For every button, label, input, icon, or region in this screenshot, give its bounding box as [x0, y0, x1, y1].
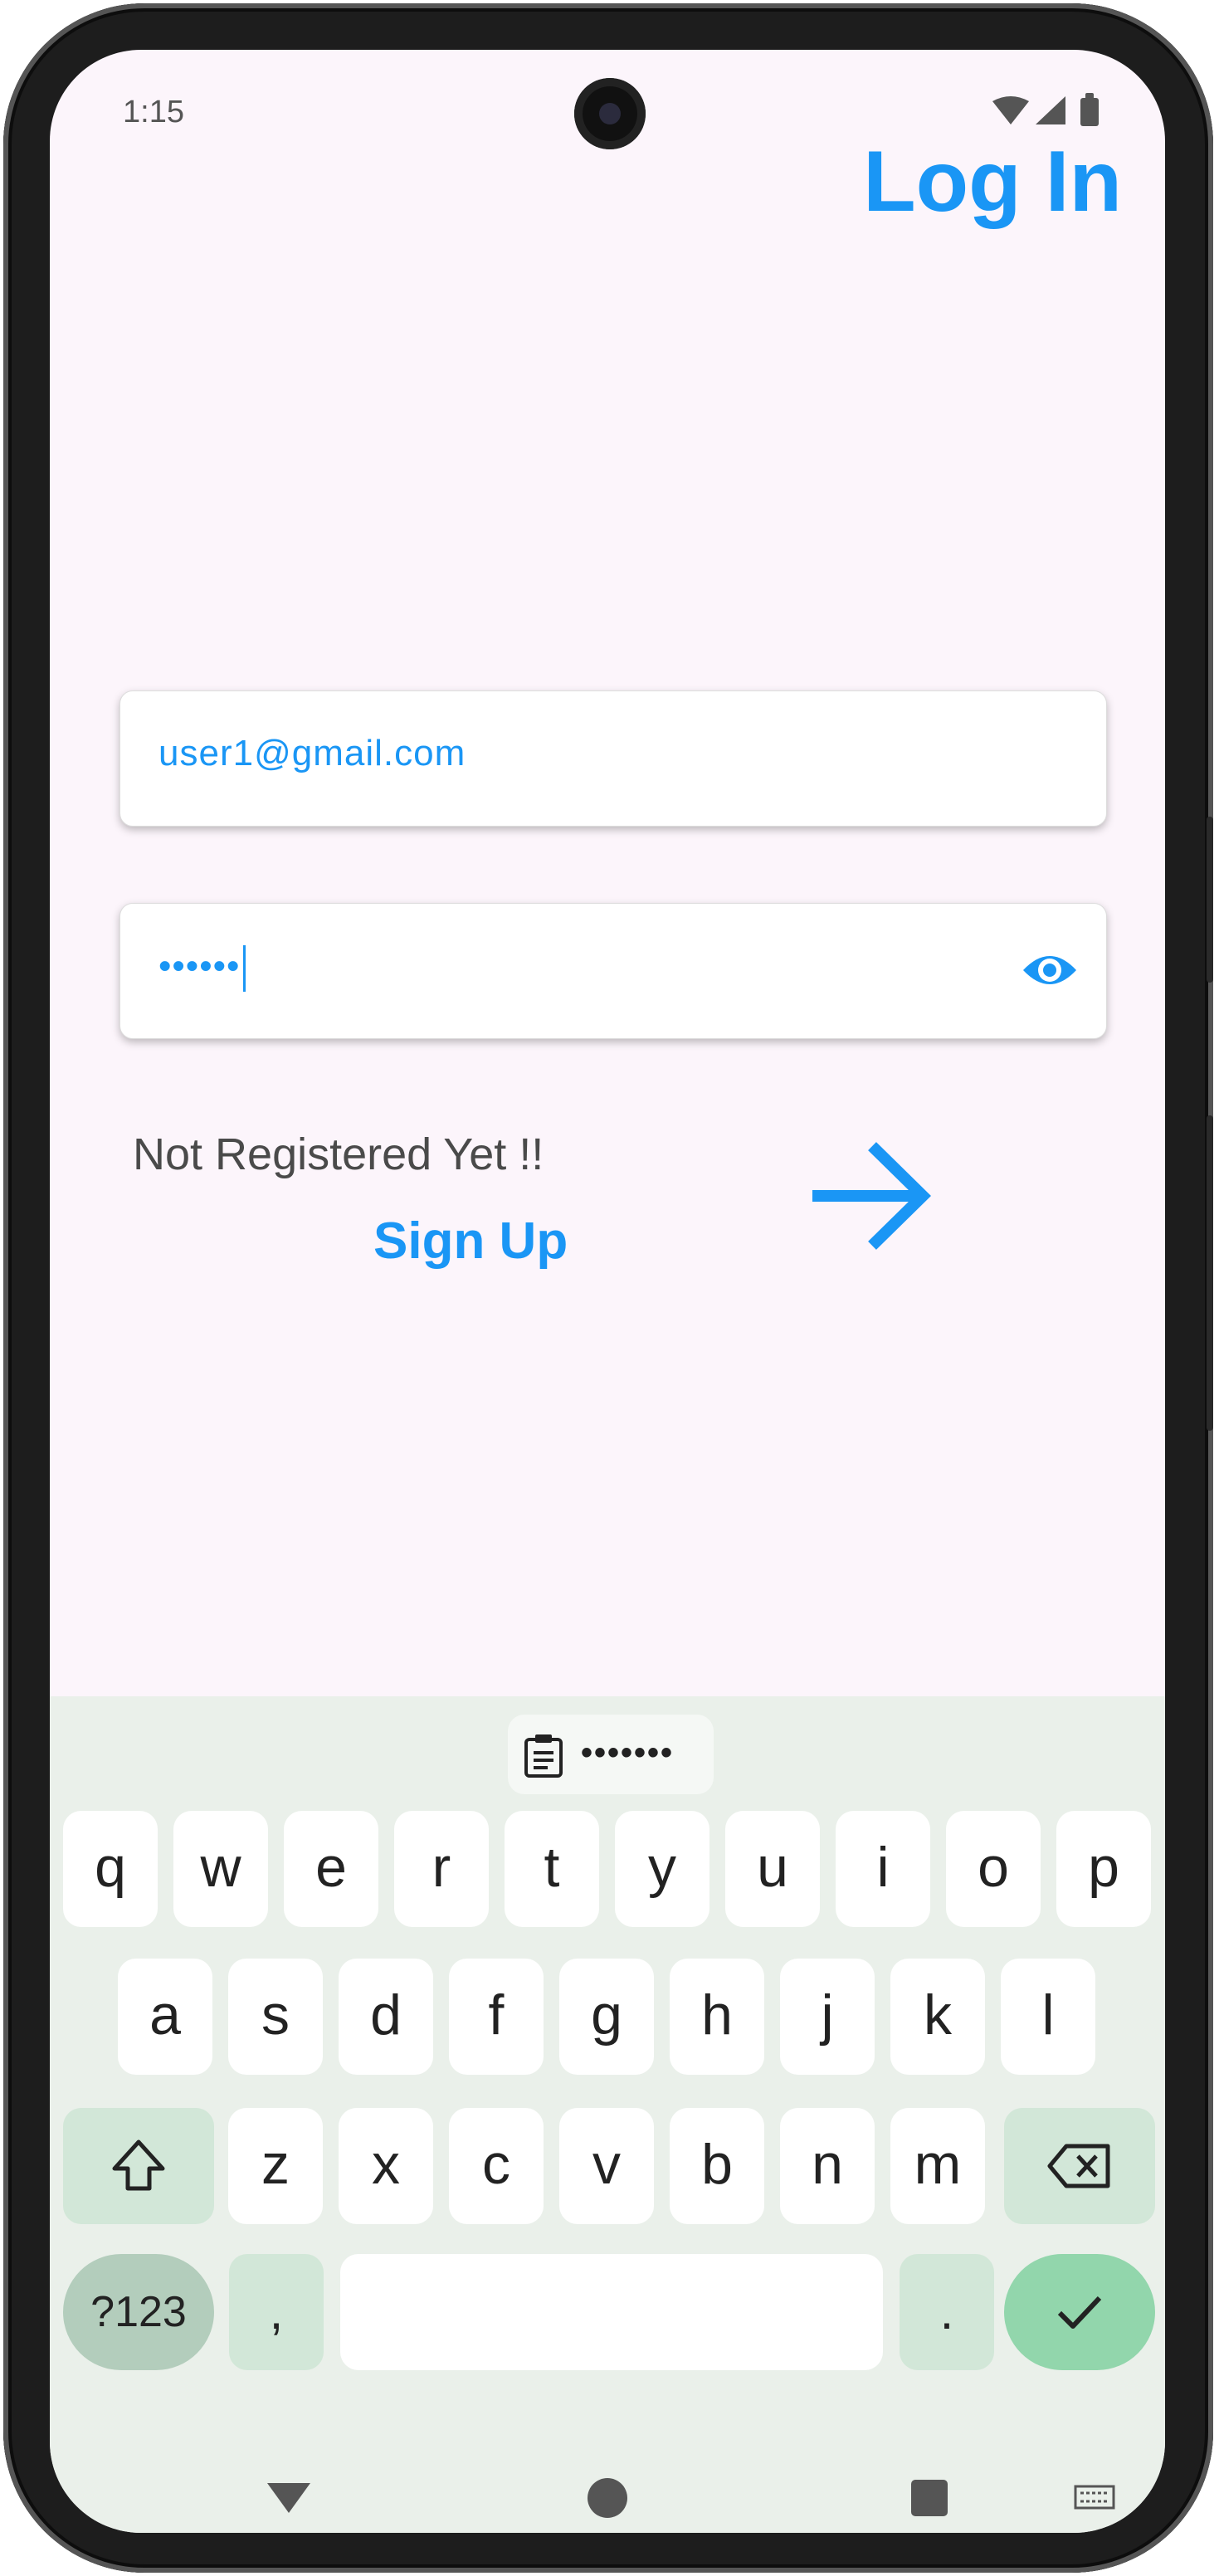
key-b[interactable]: b	[670, 2108, 764, 2224]
period-key[interactable]: .	[900, 2254, 994, 2370]
key-o[interactable]: o	[946, 1811, 1041, 1927]
keyboard-switch-icon[interactable]	[1074, 2485, 1115, 2510]
checkmark-icon	[1057, 2295, 1102, 2329]
phone-frame: 1:15 Log In user1@gmail.com •••••• Not R…	[3, 3, 1213, 2573]
key-j[interactable]: j	[780, 1959, 875, 2075]
not-registered-text: Not Registered Yet !!	[133, 1129, 544, 1179]
key-r[interactable]: r	[394, 1811, 489, 1927]
key-w[interactable]: w	[173, 1811, 268, 1927]
key-z[interactable]: z	[228, 2108, 323, 2224]
email-value: user1@gmail.com	[158, 733, 466, 773]
space-key[interactable]	[340, 2254, 883, 2370]
volume-button	[1207, 817, 1213, 983]
clipboard-icon	[524, 1734, 563, 1778]
key-e[interactable]: e	[284, 1811, 378, 1927]
key-a[interactable]: a	[118, 1959, 212, 2075]
key-m[interactable]: m	[890, 2108, 985, 2224]
symbols-key[interactable]: ?123	[63, 2254, 214, 2370]
screen: 1:15 Log In user1@gmail.com •••••• Not R…	[50, 50, 1165, 2533]
email-field[interactable]: user1@gmail.com	[119, 690, 1107, 827]
clipboard-suggestion[interactable]: •••••••	[508, 1715, 714, 1794]
recents-icon[interactable]	[911, 2480, 948, 2516]
shift-key[interactable]	[63, 2108, 214, 2224]
key-f[interactable]: f	[449, 1959, 544, 2075]
front-camera	[574, 78, 646, 149]
clipboard-text: •••••••	[581, 1734, 675, 1771]
key-p[interactable]: p	[1056, 1811, 1151, 1927]
password-field[interactable]: ••••••	[119, 903, 1107, 1039]
home-icon[interactable]	[588, 2478, 627, 2518]
signal-icon	[1036, 96, 1065, 124]
key-s[interactable]: s	[228, 1959, 323, 2075]
page-title: Log In	[863, 134, 1122, 230]
key-l[interactable]: l	[1001, 1959, 1095, 2075]
wifi-icon	[992, 96, 1029, 124]
key-n[interactable]: n	[780, 2108, 875, 2224]
keyboard: ••••••• q w e r t y u i o p a s d f g h …	[50, 1696, 1165, 2533]
eye-icon[interactable]	[1022, 945, 1078, 995]
enter-key[interactable]	[1004, 2254, 1155, 2370]
key-x[interactable]: x	[339, 2108, 433, 2224]
key-d[interactable]: d	[339, 1959, 433, 2075]
arrow-right-icon[interactable]	[812, 1134, 936, 1258]
key-g[interactable]: g	[559, 1959, 654, 2075]
back-icon[interactable]	[267, 2483, 310, 2513]
key-v[interactable]: v	[559, 2108, 654, 2224]
status-icons	[989, 90, 1105, 139]
comma-key[interactable]: ,	[229, 2254, 324, 2370]
navigation-bar	[267, 2478, 1115, 2518]
battery-icon	[1080, 93, 1099, 126]
password-value: ••••••	[158, 945, 246, 992]
key-k[interactable]: k	[890, 1959, 985, 2075]
key-c[interactable]: c	[449, 2108, 544, 2224]
key-i[interactable]: i	[836, 1811, 930, 1927]
power-button	[1207, 1115, 1213, 1431]
sign-up-link[interactable]: Sign Up	[373, 1212, 568, 1271]
key-y[interactable]: y	[615, 1811, 709, 1927]
status-time: 1:15	[123, 95, 184, 129]
backspace-key[interactable]	[1004, 2108, 1155, 2224]
shift-icon	[112, 2139, 165, 2191]
key-t[interactable]: t	[505, 1811, 599, 1927]
text-cursor	[243, 945, 246, 992]
key-h[interactable]: h	[670, 1959, 764, 2075]
backspace-icon	[1047, 2144, 1110, 2188]
key-u[interactable]: u	[725, 1811, 820, 1927]
key-q[interactable]: q	[63, 1811, 158, 1927]
